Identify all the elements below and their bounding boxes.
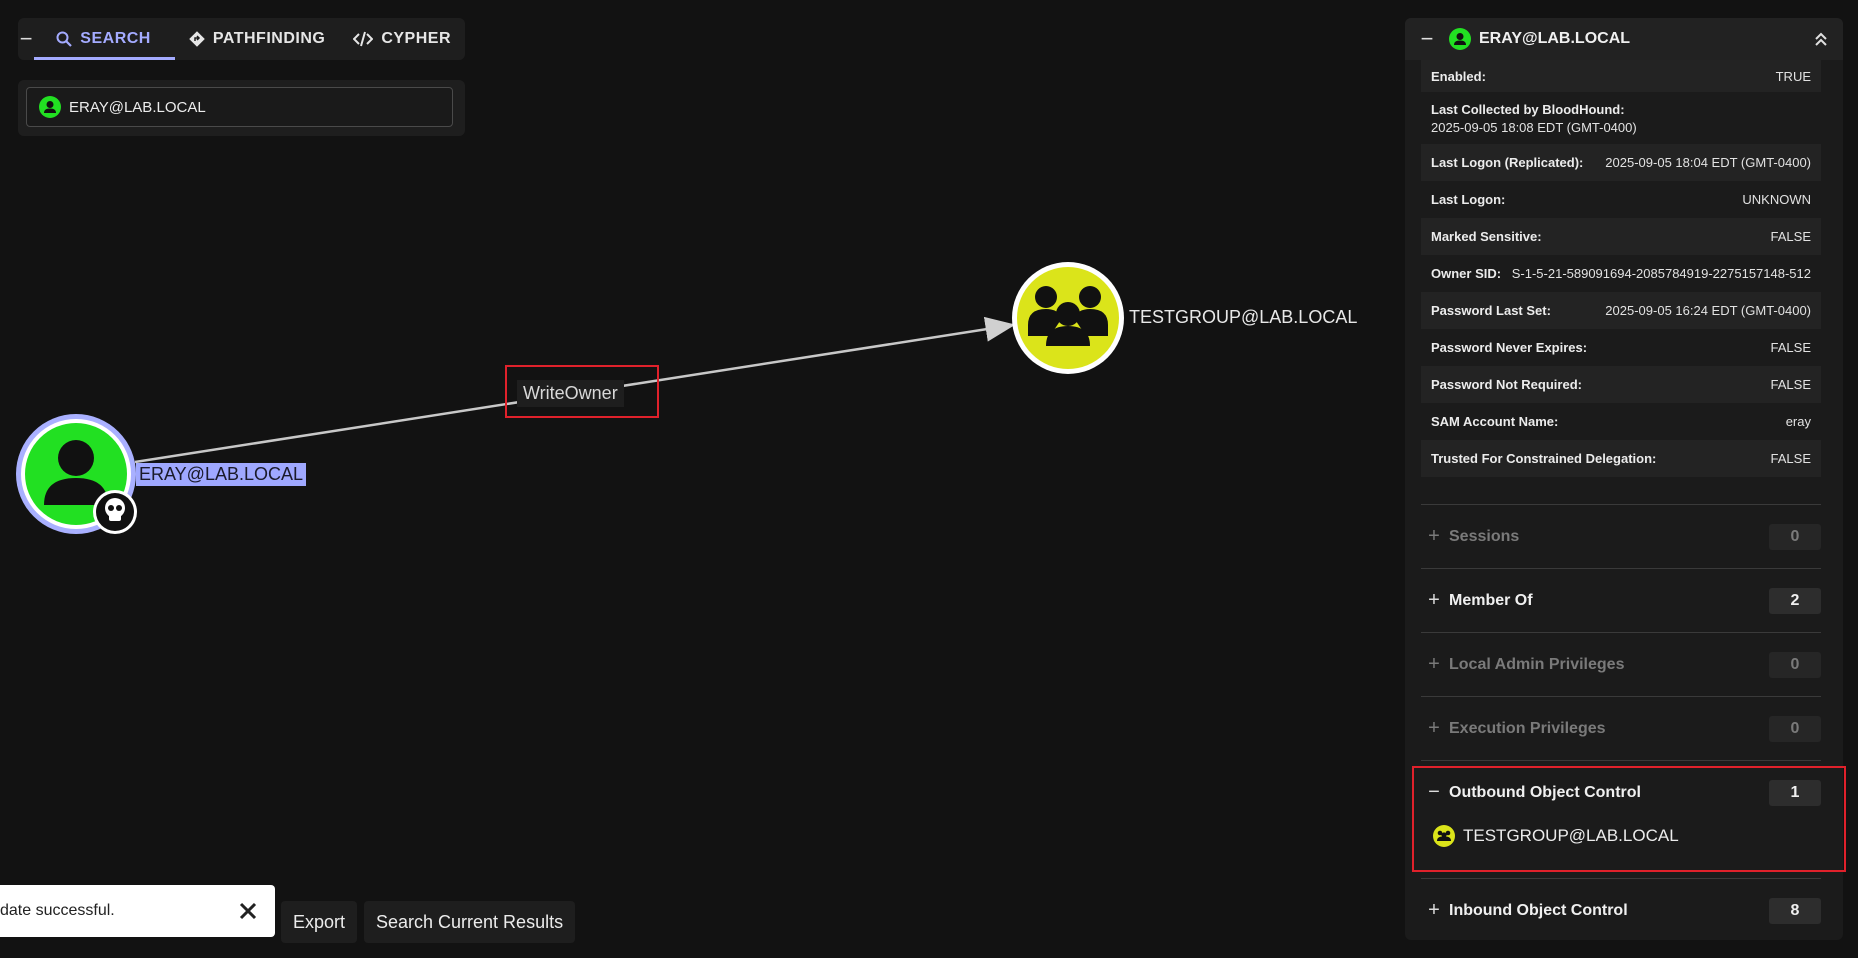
property-value: FALSE — [1770, 451, 1811, 466]
section-inbound-object-control[interactable]: + Inbound Object Control 8 — [1421, 878, 1821, 940]
entity-title: ERAY@LAB.LOCAL — [1479, 30, 1631, 47]
property-row: Owner SID: S-1-5-21-589091694-2085784919… — [1421, 255, 1821, 292]
property-value: 2025-09-05 18:08 EDT (GMT-0400) — [1431, 119, 1637, 135]
property-value: S-1-5-21-589091694-2085784919-2275157148… — [1511, 266, 1811, 281]
search-icon — [56, 31, 73, 47]
tab-pathfinding-label: PATHFINDING — [212, 30, 326, 47]
group-node[interactable] — [1012, 262, 1124, 374]
property-row: Marked Sensitive: FALSE — [1421, 218, 1821, 255]
search-panel: ERAY@LAB.LOCAL — [18, 80, 465, 136]
property-row: Last Collected by BloodHound: 2025-09-05… — [1421, 92, 1821, 144]
property-row: SAM Account Name: eray — [1421, 403, 1821, 440]
property-key: SAM Account Name: — [1431, 414, 1559, 429]
section-member-of[interactable]: + Member Of 2 — [1421, 568, 1821, 632]
property-row: Trusted For Constrained Delegation: FALS… — [1421, 440, 1821, 477]
property-value: TRUE — [1775, 68, 1811, 84]
property-value: FALSE — [1770, 377, 1811, 392]
property-value: 2025-09-05 18:04 EDT (GMT-0400) — [1605, 155, 1811, 170]
section-local-admin-privileges[interactable]: + Local Admin Privileges 0 — [1421, 632, 1821, 696]
nav-collapse-button[interactable]: − — [18, 18, 34, 60]
tab-cypher-label: CYPHER — [381, 30, 451, 47]
entity-collapse-button[interactable]: − — [1405, 26, 1449, 52]
search-current-results-button[interactable]: Search Current Results — [364, 901, 576, 943]
section-label: Execution Privileges — [1449, 719, 1606, 737]
expand-icon: + — [1428, 653, 1440, 675]
section-sessions[interactable]: + Sessions 0 — [1421, 504, 1821, 568]
section-count: 0 — [1769, 523, 1821, 550]
search-input[interactable]: ERAY@LAB.LOCAL — [26, 87, 453, 127]
property-key: Last Logon (Replicated): — [1431, 155, 1584, 170]
diamond-arrow-icon — [189, 31, 205, 47]
properties-list: Enabled: TRUE Last Collected by BloodHou… — [1421, 60, 1821, 477]
property-row: Password Last Set: 2025-09-05 16:24 EDT … — [1421, 292, 1821, 329]
property-row: Last Logon (Replicated): 2025-09-05 18:0… — [1421, 144, 1821, 181]
group-node-label[interactable]: TESTGROUP@LAB.LOCAL — [1129, 307, 1357, 328]
property-key: Password Never Expires: — [1431, 340, 1588, 355]
search-input-value: ERAY@LAB.LOCAL — [69, 98, 206, 116]
section-label: Sessions — [1449, 527, 1520, 545]
graph-canvas[interactable]: WriteOwner ERAY@LAB.LOCAL TESTGROUP@LAB.… — [0, 0, 1400, 958]
property-value: 2025-09-05 16:24 EDT (GMT-0400) — [1605, 303, 1811, 318]
chevron-up-icon[interactable] — [1799, 31, 1843, 47]
property-row: Last Logon: UNKNOWN — [1421, 181, 1821, 218]
expand-icon: + — [1428, 589, 1440, 611]
code-icon — [353, 31, 374, 47]
expand-icon: + — [1428, 525, 1440, 547]
property-row: Password Not Required: FALSE — [1421, 366, 1821, 403]
property-value: FALSE — [1770, 340, 1811, 355]
entity-header: − ERAY@LAB.LOCAL — [1405, 18, 1843, 60]
skull-icon — [93, 490, 137, 534]
property-key: Password Not Required: — [1431, 377, 1582, 392]
tab-search-label: SEARCH — [80, 30, 151, 47]
edge-highlight-box — [505, 365, 659, 418]
property-key: Trusted For Constrained Delegation: — [1431, 451, 1657, 466]
toast-message: date successful. — [0, 902, 115, 919]
property-key: Enabled: — [1431, 68, 1486, 84]
tab-pathfinding[interactable]: PATHFINDING — [175, 18, 339, 60]
section-count: 2 — [1769, 587, 1821, 614]
property-value: FALSE — [1770, 229, 1811, 244]
user-icon — [39, 96, 61, 118]
section-execution-privileges[interactable]: + Execution Privileges 0 — [1421, 696, 1821, 760]
outbound-highlight-box — [1412, 766, 1846, 872]
close-icon[interactable] — [231, 894, 265, 928]
user-icon — [1449, 28, 1471, 50]
expand-icon: + — [1428, 899, 1440, 921]
toast-notification: date successful. — [0, 885, 275, 937]
property-key: Owner SID: — [1431, 266, 1502, 281]
user-node[interactable] — [16, 414, 137, 534]
property-key: Marked Sensitive: — [1431, 229, 1542, 244]
tab-search[interactable]: SEARCH — [34, 18, 175, 60]
nav-bar: − SEARCH PATHFINDING CYPHER — [18, 18, 465, 60]
section-label: Local Admin Privileges — [1449, 655, 1625, 673]
property-key: Password Last Set: — [1431, 303, 1551, 318]
property-value: UNKNOWN — [1742, 192, 1811, 207]
property-key: Last Collected by BloodHound: — [1431, 101, 1625, 117]
tab-cypher[interactable]: CYPHER — [339, 18, 465, 60]
section-count: 8 — [1769, 897, 1821, 924]
section-label: Inbound Object Control — [1449, 901, 1628, 919]
section-count: 0 — [1769, 651, 1821, 678]
property-key: Last Logon: — [1431, 192, 1506, 207]
section-count: 0 — [1769, 715, 1821, 742]
property-row: Enabled: TRUE — [1421, 60, 1821, 92]
expand-icon: + — [1428, 717, 1440, 739]
property-value: eray — [1785, 414, 1811, 429]
property-row: Password Never Expires: FALSE — [1421, 329, 1821, 366]
export-button[interactable]: Export — [281, 901, 358, 943]
section-label: Member Of — [1449, 591, 1533, 609]
user-node-label[interactable]: ERAY@LAB.LOCAL — [136, 463, 307, 486]
